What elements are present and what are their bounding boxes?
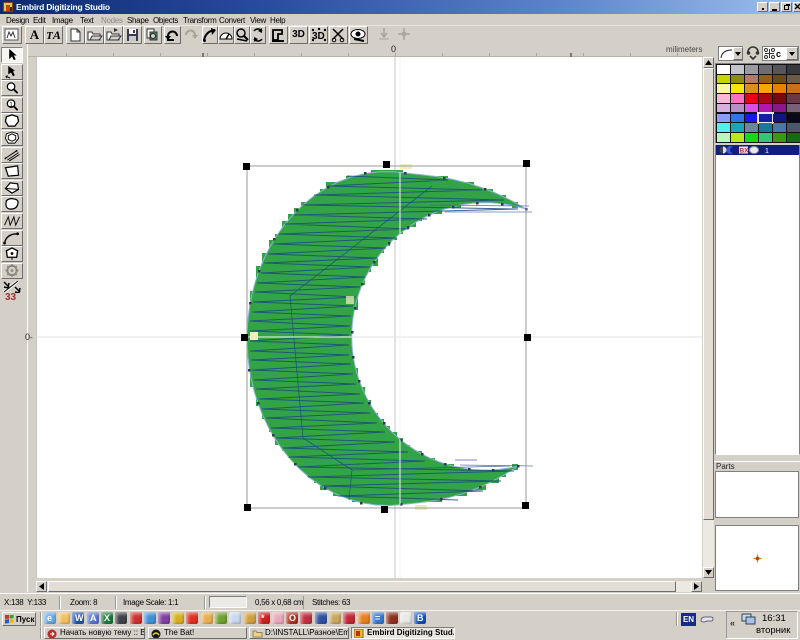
svg-text:1: 1	[9, 101, 13, 108]
svg-text:1: 1	[765, 148, 769, 154]
svg-text:3D: 3D	[312, 31, 325, 42]
svg-text:c: c	[776, 49, 781, 59]
svg-text:BX: BX	[740, 148, 750, 155]
